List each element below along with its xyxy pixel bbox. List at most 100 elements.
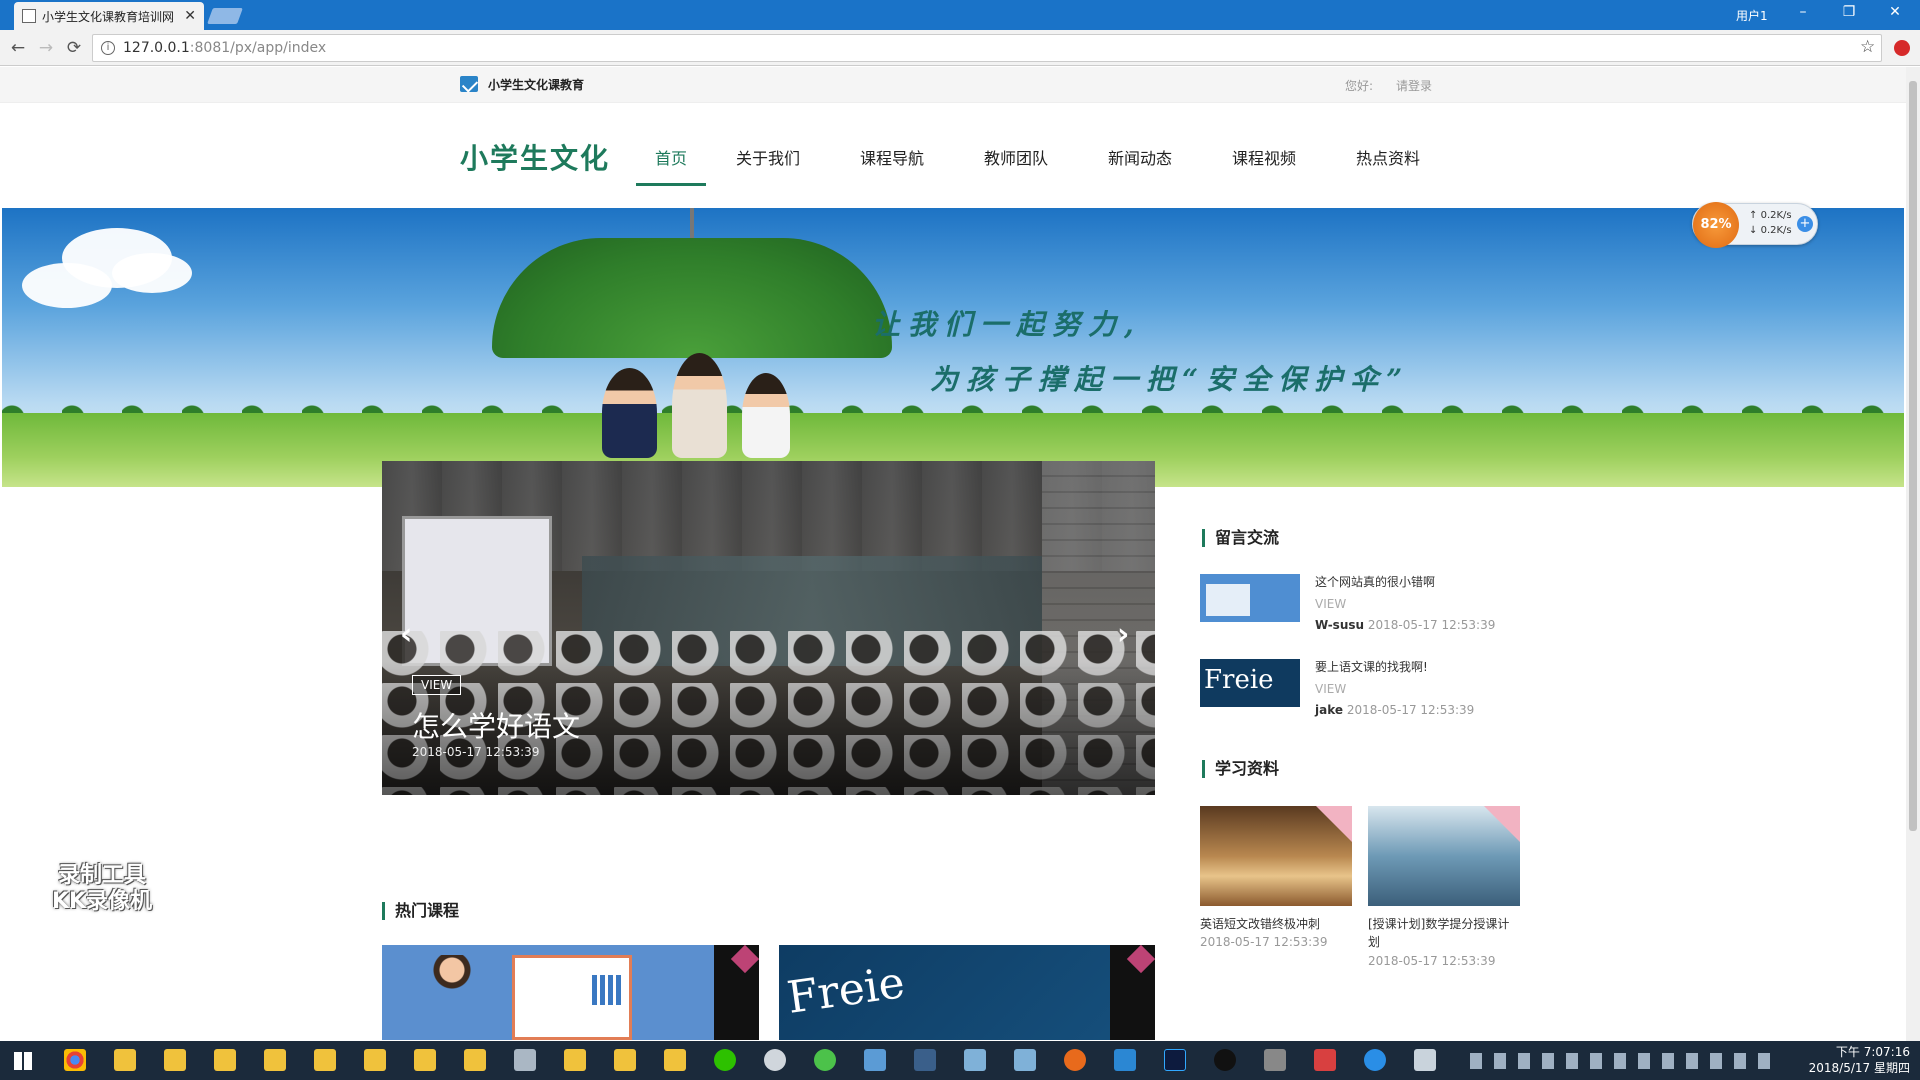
nav-courses[interactable]: 课程导航 <box>830 145 954 186</box>
chrome-taskbar-icon[interactable] <box>64 1049 86 1071</box>
bar-chart-icon <box>592 975 622 1005</box>
folder-taskbar-icon[interactable] <box>164 1049 186 1071</box>
taskbar-clock[interactable]: 下午 7:07:16 2018/5/17 星期四 <box>1800 1044 1910 1076</box>
brand-title[interactable]: 小学生文化 <box>460 137 610 177</box>
message-text[interactable]: 这个网站真的很小错啊 <box>1315 573 1435 590</box>
material-thumbnail[interactable] <box>1368 806 1520 906</box>
nav-about[interactable]: 关于我们 <box>706 145 830 186</box>
app-taskbar-icon[interactable] <box>1264 1049 1286 1071</box>
close-window-button[interactable]: ✕ <box>1880 4 1910 20</box>
browser-title-bar: 小学生文化课教育培训网 ✕ 用户1 – ❐ ✕ <box>0 0 1920 30</box>
materials-title: 学习资料 <box>1202 760 1279 778</box>
course-card-1[interactable] <box>382 945 759 1040</box>
settings-gear-icon[interactable] <box>764 1049 786 1071</box>
nav-videos[interactable]: 课程视频 <box>1202 145 1326 186</box>
message-meta: jake 2018-05-17 12:53:39 <box>1315 703 1474 717</box>
material-date: 2018-05-17 12:53:39 <box>1368 954 1496 968</box>
message-view-link[interactable]: VIEW <box>1315 597 1346 611</box>
app-taskbar-icon[interactable] <box>1014 1049 1036 1071</box>
main-nav: 首页 关于我们 课程导航 教师团队 新闻动态 课程视频 热点资料 <box>636 145 1450 186</box>
new-tab-button[interactable] <box>207 8 243 24</box>
calculator-taskbar-icon[interactable] <box>864 1049 886 1071</box>
message-view-link[interactable]: VIEW <box>1315 682 1346 696</box>
app-taskbar-icon[interactable] <box>914 1049 936 1071</box>
folder-taskbar-icon[interactable] <box>414 1049 436 1071</box>
bookmark-star-icon[interactable]: ☆ <box>1860 37 1875 57</box>
material-thumbnail[interactable] <box>1200 806 1352 906</box>
tab-title: 小学生文化课教育培训网 <box>42 9 175 24</box>
cloud-shape <box>22 263 112 308</box>
nav-materials[interactable]: 热点资料 <box>1326 145 1450 186</box>
windows-taskbar: 下午 7:07:16 2018/5/17 星期四 <box>0 1041 1920 1080</box>
forward-button[interactable]: → <box>36 38 56 58</box>
message-thumbnail[interactable]: Freie <box>1200 659 1300 707</box>
site-info-icon[interactable]: i <box>101 41 115 55</box>
page-viewport: 小学生文化课教育 您好: 请登录 小学生文化 首页 关于我们 课程导航 教师团队… <box>0 67 1906 1041</box>
back-button[interactable]: ← <box>8 38 28 58</box>
recorder-watermark: 录制工具 KK录像机 <box>32 863 172 915</box>
children-graphic <box>602 348 792 458</box>
child-figure <box>742 373 790 458</box>
nav-news[interactable]: 新闻动态 <box>1078 145 1202 186</box>
material-caption[interactable]: 英语短文改错终极冲刺 <box>1200 915 1352 933</box>
app-taskbar-icon[interactable] <box>1364 1049 1386 1071</box>
message-text[interactable]: 要上语文课的找我啊! <box>1315 658 1428 675</box>
folder-taskbar-icon[interactable] <box>114 1049 136 1071</box>
extension-icon[interactable] <box>1894 40 1910 56</box>
message-thumbnail[interactable] <box>1200 574 1300 622</box>
qq-taskbar-icon[interactable] <box>1214 1049 1236 1071</box>
download-speed-value: 0.2K/s <box>1760 225 1792 236</box>
folder-taskbar-icon[interactable] <box>664 1049 686 1071</box>
reload-button[interactable]: ⟳ <box>64 38 84 58</box>
clock-date: 2018/5/17 星期四 <box>1808 1061 1910 1075</box>
photoshop-taskbar-icon[interactable] <box>1164 1049 1186 1071</box>
carousel-prev-arrow-icon[interactable]: ‹ <box>400 617 412 652</box>
word-taskbar-icon[interactable] <box>1114 1049 1136 1071</box>
folder-taskbar-icon[interactable] <box>264 1049 286 1071</box>
nav-teachers[interactable]: 教师团队 <box>954 145 1078 186</box>
scrollbar-thumb[interactable] <box>1909 81 1917 831</box>
message-author: W-susu <box>1315 618 1365 632</box>
folder-taskbar-icon[interactable] <box>564 1049 586 1071</box>
browser-tab[interactable]: 小学生文化课教育培训网 ✕ <box>14 2 204 30</box>
plus-icon[interactable]: + <box>1797 216 1813 232</box>
news-carousel[interactable]: ‹ › VIEW 怎么学好语文 2018-05-17 12:53:39 <box>382 461 1155 795</box>
folder-taskbar-icon[interactable] <box>464 1049 486 1071</box>
folder-taskbar-icon[interactable] <box>614 1049 636 1071</box>
page-scrollbar[interactable] <box>1906 67 1920 1041</box>
app-taskbar-icon[interactable] <box>514 1049 536 1071</box>
corner-badge-icon <box>1316 806 1352 842</box>
tab-favicon-icon <box>22 9 36 23</box>
windows-start-icon[interactable] <box>14 1052 32 1070</box>
carousel-next-arrow-icon[interactable]: › <box>1117 617 1129 652</box>
minimize-button[interactable]: – <box>1788 4 1818 20</box>
network-speed-widget[interactable]: 82% ↑ 0.2K/s ↓ 0.2K/s + <box>1692 202 1818 248</box>
site-name[interactable]: 小学生文化课教育 <box>488 76 584 93</box>
nav-home[interactable]: 首页 <box>636 145 706 186</box>
hero-banner: 让我们一起努力, 为孩子撑起一把“安全保护伞” <box>2 208 1904 487</box>
folder-taskbar-icon[interactable] <box>364 1049 386 1071</box>
folder-taskbar-icon[interactable] <box>214 1049 236 1071</box>
login-link[interactable]: 请登录 <box>1396 77 1432 94</box>
system-tray-icons[interactable] <box>1470 1053 1770 1069</box>
app-taskbar-icon[interactable] <box>1314 1049 1336 1071</box>
carousel-view-button[interactable]: VIEW <box>412 675 462 695</box>
material-caption[interactable]: [授课计划]数学提分授课计划 <box>1368 915 1520 951</box>
upload-speed: ↑ 0.2K/s <box>1749 210 1792 221</box>
course-card-2[interactable]: Freie <box>779 945 1155 1040</box>
url-input[interactable]: i 127.0.0.1:8081/px/app/index <box>92 34 1882 62</box>
folder-taskbar-icon[interactable] <box>314 1049 336 1071</box>
tab-close-icon[interactable]: ✕ <box>184 8 196 24</box>
carousel-title[interactable]: 怎么学好语文 <box>412 705 580 745</box>
app-taskbar-icon[interactable] <box>964 1049 986 1071</box>
upload-arrow-icon: ↑ <box>1749 210 1758 221</box>
address-bar-row: ← → ⟳ i 127.0.0.1:8081/px/app/index ☆ <box>0 30 1920 66</box>
photos-taskbar-icon[interactable] <box>1414 1049 1436 1071</box>
browser-user-label[interactable]: 用户1 <box>1736 7 1768 24</box>
restore-button[interactable]: ❐ <box>1834 4 1864 20</box>
app-taskbar-icon[interactable] <box>814 1049 836 1071</box>
wechat-taskbar-icon[interactable] <box>714 1049 736 1071</box>
course-corner-ribbon <box>1110 945 1155 1040</box>
cloud-shape <box>112 253 192 293</box>
app-taskbar-icon[interactable] <box>1064 1049 1086 1071</box>
